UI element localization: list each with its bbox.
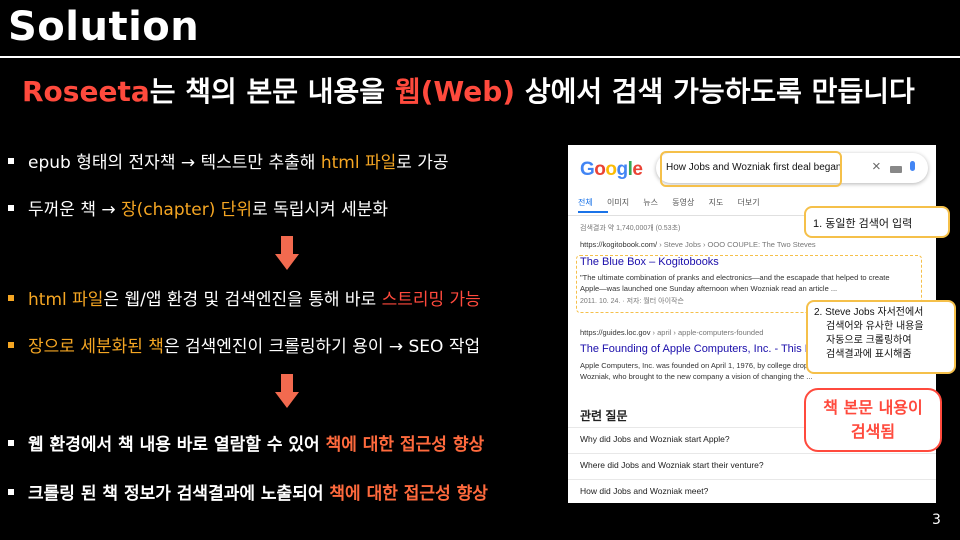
callout-text: 검색어와 유사한 내용을	[826, 321, 924, 332]
bullet-2: 두꺼운 책 → 장(chapter) 단위로 독립시켜 세분화	[8, 195, 388, 220]
brand-name: Roseeta	[22, 75, 150, 108]
bullet-text: 로 가공	[396, 153, 449, 173]
search-tabs: 전체 이미지 뉴스 동영상 지도 더보기	[578, 197, 772, 208]
related-question[interactable]: Where did Jobs and Wozniak start their v…	[580, 460, 764, 470]
book-searched-note: 책 본문 내용이검색됨	[804, 388, 942, 452]
result-1-url: https://kogitobook.com/ › Steve Jobs › O…	[580, 240, 816, 249]
bullet-highlight: html 파일	[28, 290, 104, 310]
bullet-text: 은 웹/앱 환경 및 검색엔진을 통해 바로	[103, 290, 382, 310]
note-text: 책 본문 내용이	[823, 398, 923, 417]
related-question[interactable]: Why did Jobs and Wozniak start Apple?	[580, 434, 730, 444]
subtitle-web: 웹(Web)	[394, 75, 516, 108]
bullet-text: 두꺼운 책 →	[28, 200, 122, 220]
title-divider	[0, 56, 960, 58]
down-arrow-icon	[275, 236, 299, 270]
callout-text: 1. 동일한 검색어 입력	[813, 218, 913, 230]
bullet-text: 크롤링 된 책 정보가 검색결과에 노출되어	[28, 484, 330, 504]
url-text: https://guides.loc.gov	[580, 328, 651, 337]
active-tab-indicator	[578, 211, 608, 213]
down-arrow-icon	[275, 374, 299, 408]
bullet-marker	[8, 342, 14, 348]
google-logo: Google	[580, 159, 643, 180]
clear-icon[interactable]: ×	[872, 158, 881, 175]
note-text: 검색됨	[850, 422, 896, 441]
bullet-highlight: 장(chapter) 단위	[121, 200, 253, 220]
bullet-marker	[8, 489, 14, 495]
related-question[interactable]: How did Jobs and Wozniak meet?	[580, 486, 708, 496]
callout-text: 2. Steve Jobs 자서전에서	[814, 307, 924, 318]
related-questions-title: 관련 질문	[580, 409, 628, 423]
subtitle-text-1: 는 책의 본문 내용을	[149, 75, 395, 108]
bullet-text: 은 검색엔진이 크롤링하기 용이 → SEO 작업	[163, 337, 481, 357]
callout-same-query: 1. 동일한 검색어 입력	[804, 206, 950, 238]
bullet-highlight: html 파일	[320, 153, 397, 173]
url-breadcrumb: › april › apple-computers-founded	[650, 328, 764, 337]
query-highlight	[660, 151, 842, 187]
bullet-marker	[8, 295, 14, 301]
bullet-3: html 파일은 웹/앱 환경 및 검색엔진을 통해 바로 스트리밍 가능	[8, 285, 481, 310]
bullet-text: epub 형태의 전자책 → 텍스트만 추출해	[28, 153, 321, 173]
callout-text: 검색결과에 표시해줌	[826, 349, 912, 360]
bullet-marker	[8, 205, 14, 211]
page-number: 3	[932, 512, 941, 528]
question-divider	[568, 453, 936, 454]
slide-title: Solution	[8, 4, 200, 50]
bullet-highlight: 책에 대한 접근성 향상	[325, 435, 485, 455]
tab-more[interactable]: 더보기	[738, 198, 760, 207]
tab-images[interactable]: 이미지	[607, 198, 629, 207]
mic-icon[interactable]	[910, 161, 915, 171]
bullet-marker	[8, 158, 14, 164]
tab-all[interactable]: 전체	[578, 198, 593, 207]
tab-maps[interactable]: 지도	[709, 198, 724, 207]
bullet-text: 로 독립시켜 세분화	[252, 200, 388, 220]
question-divider	[568, 479, 936, 480]
bullet-5: 웹 환경에서 책 내용 바로 열람할 수 있어 책에 대한 접근성 향상	[8, 430, 484, 455]
bullet-4: 장으로 세분화된 책은 검색엔진이 크롤링하기 용이 → SEO 작업	[8, 332, 480, 357]
bullet-highlight: 책에 대한 접근성 향상	[329, 484, 488, 504]
result-2-snippet: Apple Computers, Inc. was founded on Apr…	[580, 361, 813, 370]
url-breadcrumb: › Steve Jobs › OOO COUPLE: The Two Steve…	[657, 240, 816, 249]
bullet-text: 웹 환경에서 책 내용 바로 열람할 수 있어	[28, 435, 326, 455]
result-stats: 검색결과 약 1,740,000개 (0.53초)	[580, 225, 681, 232]
slide-subtitle: Roseeta는 책의 본문 내용을 웹(Web) 상에서 검색 가능하도록 만…	[22, 70, 915, 110]
tab-news[interactable]: 뉴스	[643, 198, 658, 207]
url-text: https://kogitobook.com/	[580, 240, 658, 249]
callout-text: 자동으로 크롤링하여	[826, 335, 912, 346]
bullet-1: epub 형태의 전자책 → 텍스트만 추출해 html 파일로 가공	[8, 148, 449, 173]
bullet-marker	[8, 440, 14, 446]
result-2-snippet: Wozniak, who brought to the new company …	[580, 372, 813, 381]
callout-auto-crawl: 2. Steve Jobs 자서전에서 검색어와 유사한 내용을 자동으로 크롤…	[806, 300, 956, 374]
keyboard-icon[interactable]	[890, 166, 902, 173]
subtitle-text-2: 상에서 검색 가능하도록 만듭니다	[515, 75, 915, 108]
tab-videos[interactable]: 동영상	[672, 198, 694, 207]
result-2-url: https://guides.loc.gov › april › apple-c…	[580, 328, 763, 337]
bullet-highlight-red: 스트리밍 가능	[381, 290, 481, 310]
bullet-highlight: 장으로 세분화된 책	[28, 337, 164, 357]
bullet-6: 크롤링 된 책 정보가 검색결과에 노출되어 책에 대한 접근성 향상	[8, 479, 488, 504]
result-2-title[interactable]: The Founding of Apple Computers, Inc. - …	[580, 343, 814, 355]
